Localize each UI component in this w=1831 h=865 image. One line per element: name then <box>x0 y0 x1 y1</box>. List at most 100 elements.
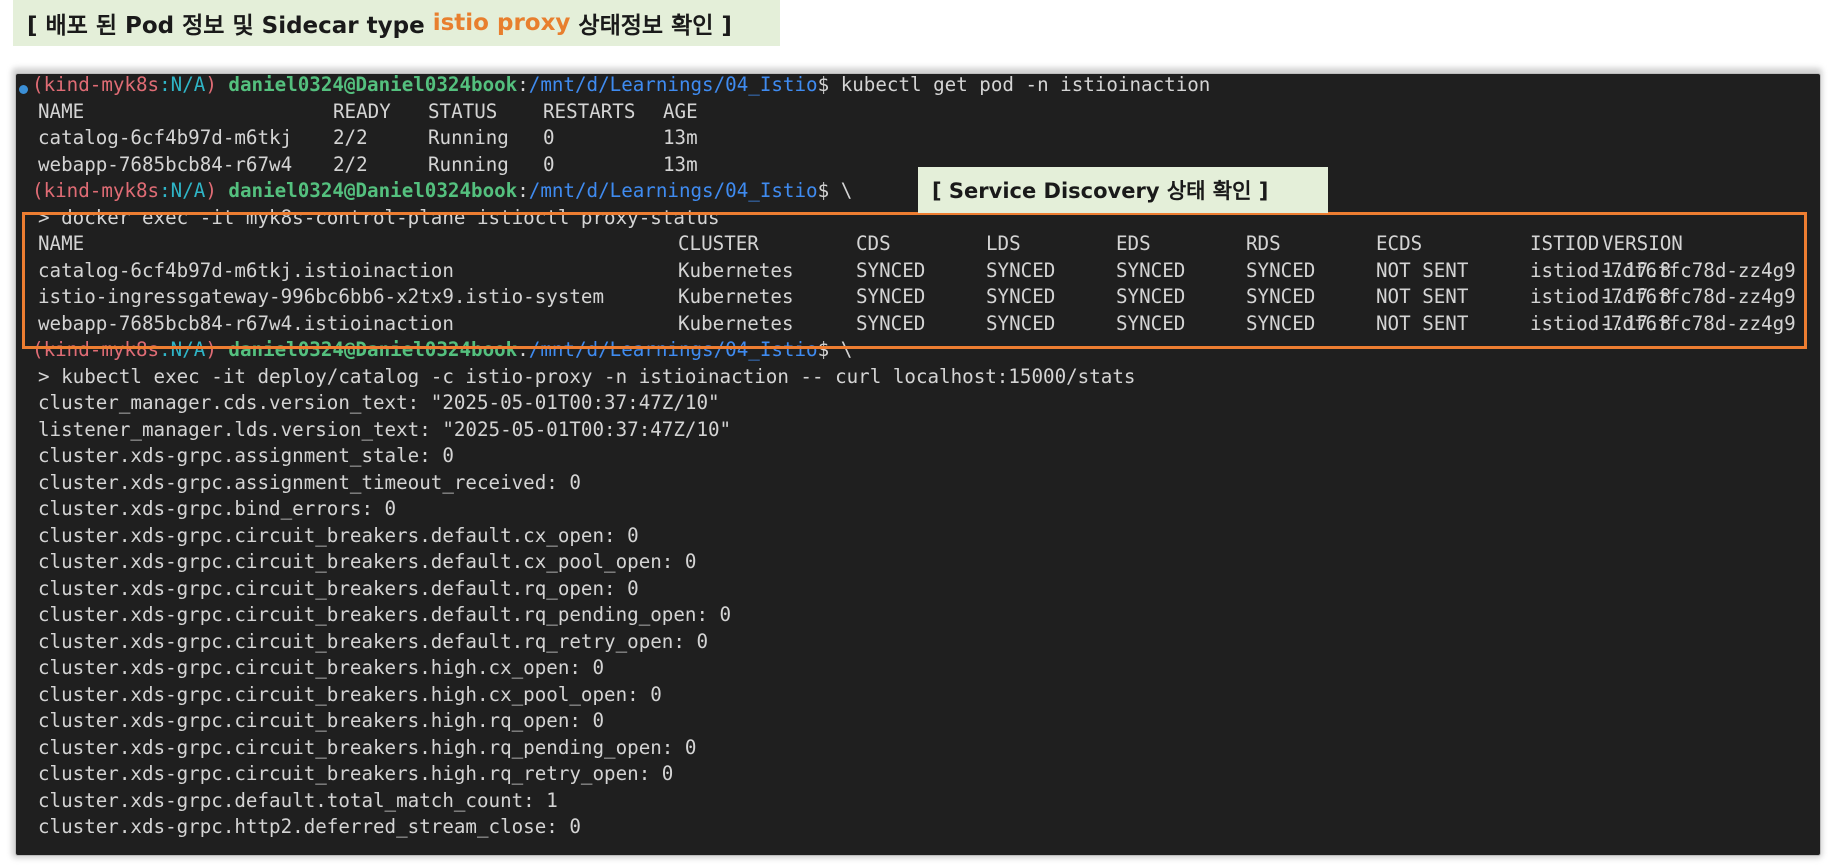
proxy-status-command-text: > docker exec -it myk8s-control-plane is… <box>38 205 720 229</box>
stats-output-line: cluster.xds-grpc.circuit_breakers.defaul… <box>38 629 708 655</box>
proxy-table-row-cell: 1.17.8 <box>1602 311 1672 335</box>
proxy-table-row-cell: istio-ingressgateway-996bc6bb6-x2tx9.ist… <box>38 285 605 308</box>
stats-output-text: cluster.xds-grpc.circuit_breakers.high.r… <box>38 709 605 732</box>
pods-table-row-cell: Running <box>428 126 509 149</box>
proxy-table-row-cell: NOT SENT <box>1376 258 1469 282</box>
stats-output-text: cluster.xds-grpc.circuit_breakers.defaul… <box>38 550 697 573</box>
pods-table-header-cell: READY <box>333 99 391 123</box>
stats-output-line: cluster.xds-grpc.http2.deferred_stream_c… <box>38 814 581 840</box>
proxy-table-header-cell: RDS <box>1246 232 1281 255</box>
stats-output-line: cluster.xds-grpc.circuit_breakers.high.c… <box>38 655 604 681</box>
proxy-table-row-cell: NOT SENT <box>1376 311 1469 335</box>
prompt-dollar: $ <box>817 338 841 361</box>
proxy-table-row-cell: Kubernetes <box>678 311 794 335</box>
stats-output-text: cluster.xds-grpc.http2.deferred_stream_c… <box>38 815 581 838</box>
proxy-table-row-cell: SYNCED <box>1246 311 1316 335</box>
proxy-table-row-cell: 1.17.8 <box>1602 258 1672 282</box>
proxy-table-row: catalog-6cf4b97d-m6tkj.istioinaction Kube… <box>38 258 1820 284</box>
title-accent: istio proxy <box>432 10 571 36</box>
proxy-table-header-cell: ECDS <box>1376 232 1423 255</box>
pods-table-row-cell: webapp-7685bcb84-r67w4 <box>38 152 293 176</box>
pods-table-row: catalog-6cf4b97d-m6tkj 2/2 Running 0 13m <box>38 125 1820 151</box>
prompt-path: /mnt/d/Learnings/04_Istio <box>528 73 818 96</box>
pods-table-row-cell: 13m <box>663 152 698 176</box>
prompt-dollar: $ <box>817 73 841 96</box>
stats-output-text: cluster.xds-grpc.circuit_breakers.high.c… <box>38 656 605 679</box>
stats-output-text: cluster.xds-grpc.assignment_stale: 0 <box>38 444 454 467</box>
pods-table-row-cell: 2/2 <box>333 126 368 149</box>
proxy-table-row-cell: SYNCED <box>856 285 926 308</box>
stats-output-text: cluster.xds-grpc.circuit_breakers.defaul… <box>38 576 639 600</box>
prompt-context-name: kind-myk8s <box>43 73 160 96</box>
prompt-context-open: ( <box>32 73 44 96</box>
service-discovery-label: [ Service Discovery 상태 확인 ] <box>918 167 1328 213</box>
stats-output-text: cluster.xds-grpc.circuit_breakers.high.r… <box>38 735 697 759</box>
pods-table-header: NAME READY STATUS RESTARTS AGE <box>38 99 1820 125</box>
prompt-context-namespace: :N/A <box>159 338 206 361</box>
proxy-table-row-cell: catalog-6cf4b97d-m6tkj.istioinaction <box>38 258 454 282</box>
stats-output-text: cluster_manager.cds.version_text: "2025-… <box>38 391 720 414</box>
proxy-table-row-cell: SYNCED <box>986 258 1056 282</box>
stats-output-text: cluster.xds-grpc.default.total_match_cou… <box>38 788 558 812</box>
pods-table-row-cell: 0 <box>543 126 555 149</box>
proxy-table-header-cell: EDS <box>1116 232 1151 255</box>
stats-output-line: cluster_manager.cds.version_text: "2025-… <box>38 390 720 416</box>
prompt-colon: : <box>517 179 529 202</box>
title-prefix: [ 배포 된 Pod 정보 및 Sidecar type <box>27 13 433 39</box>
proxy-table-header-cell: LDS <box>986 232 1021 255</box>
proxy-table-header-cell: VERSION <box>1602 232 1683 255</box>
stats-output-line: listener_manager.lds.version_text: "2025… <box>38 417 731 443</box>
proxy-table-row-cell: SYNCED <box>1246 285 1316 308</box>
page-title: [ 배포 된 Pod 정보 및 Sidecar type istio proxy… <box>13 0 780 46</box>
stats-output-line: cluster.xds-grpc.circuit_breakers.high.r… <box>38 761 673 787</box>
prompt-colon: : <box>517 73 529 96</box>
prompt-command: kubectl get pod -n istioinaction <box>840 73 1211 96</box>
proxy-table-row: webapp-7685bcb84-r67w4.istioinaction Kube… <box>38 311 1820 337</box>
stats-output-line: cluster.xds-grpc.assignment_stale: 0 <box>38 443 454 469</box>
proxy-table-row-cell: SYNCED <box>1116 311 1186 335</box>
pods-table-header-cell: RESTARTS <box>543 99 636 123</box>
prompt-context-open: ( <box>32 179 44 202</box>
prompt-line: (kind-myk8s:N/A) daniel0324@Daniel0324bo… <box>32 337 852 363</box>
stats-command: > kubectl exec -it deploy/catalog -c ist… <box>38 364 1135 390</box>
prompt-context-close: ) <box>205 179 229 202</box>
prompt-line: (kind-myk8s:N/A) daniel0324@Daniel0324bo… <box>32 73 1211 98</box>
prompt-path: /mnt/d/Learnings/04_Istio <box>528 179 818 202</box>
stats-output-line: cluster.xds-grpc.circuit_breakers.high.r… <box>38 708 604 734</box>
stats-output-line: cluster.xds-grpc.circuit_breakers.high.r… <box>38 735 696 761</box>
proxy-table-header-cell: ISTIOD <box>1530 232 1600 255</box>
proxy-table-row: istio-ingressgateway-996bc6bb6-x2tx9.ist… <box>38 284 1820 310</box>
proxy-table-row-cell: SYNCED <box>856 258 926 282</box>
prompt-user: daniel0324@Daniel0324book <box>228 179 518 202</box>
prompt-context-namespace: :N/A <box>159 73 206 96</box>
title-suffix: 상태정보 확인 ] <box>570 13 732 39</box>
proxy-table-row-cell: 1.17.8 <box>1602 285 1672 308</box>
pods-table-header-cell: STATUS <box>428 99 498 123</box>
proxy-table-row-cell: Kubernetes <box>678 258 794 282</box>
stats-output-line: cluster.xds-grpc.circuit_breakers.high.c… <box>38 682 662 708</box>
stats-output-line: cluster.xds-grpc.circuit_breakers.defaul… <box>38 602 731 628</box>
proxy-table-row-cell: Kubernetes <box>678 285 794 308</box>
proxy-table-row-cell: SYNCED <box>1246 258 1316 282</box>
stats-output-text: cluster.xds-grpc.circuit_breakers.defaul… <box>38 523 639 547</box>
proxy-table-row-cell: SYNCED <box>986 285 1056 308</box>
prompt-status-dot-icon <box>19 85 28 94</box>
pods-table-header-cell: NAME <box>38 99 85 123</box>
stats-output-line: cluster.xds-grpc.circuit_breakers.defaul… <box>38 549 696 575</box>
prompt-context-close: ) <box>205 73 229 96</box>
proxy-table-row-cell: SYNCED <box>986 311 1056 335</box>
stats-output-line: cluster.xds-grpc.circuit_breakers.defaul… <box>38 523 639 549</box>
proxy-table-row-cell: SYNCED <box>1116 285 1186 308</box>
pods-table-row-cell: Running <box>428 152 509 176</box>
stats-output-text: cluster.xds-grpc.circuit_breakers.high.c… <box>38 682 662 706</box>
prompt-command: \ <box>840 179 853 202</box>
stats-output-line: cluster.xds-grpc.assignment_timeout_rece… <box>38 470 581 496</box>
prompt-context-close: ) <box>205 338 229 361</box>
stats-output-line: cluster.xds-grpc.bind_errors: 0 <box>38 496 396 522</box>
pods-table-row-cell: catalog-6cf4b97d-m6tkj <box>38 126 293 149</box>
proxy-status-command: > docker exec -it myk8s-control-plane is… <box>38 205 720 231</box>
prompt-user: daniel0324@Daniel0324book <box>228 73 518 96</box>
stats-output-text: cluster.xds-grpc.assignment_timeout_rece… <box>38 470 581 494</box>
prompt-path: /mnt/d/Learnings/04_Istio <box>528 338 818 361</box>
prompt-command: \ <box>840 338 853 361</box>
